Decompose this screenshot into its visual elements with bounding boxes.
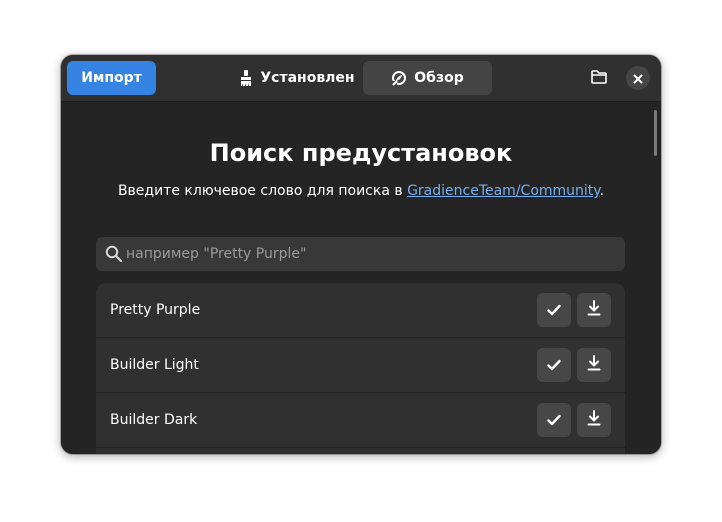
tab-installed[interactable]: Установлен [233,61,361,95]
close-button[interactable] [626,66,650,90]
download-icon [587,410,601,430]
search-input[interactable] [126,237,606,271]
tab-installed-label: Установлен [260,70,355,86]
page-subtitle: Введите ключевое слово для поиска в Grad… [61,183,661,199]
open-folder-button[interactable] [584,63,614,93]
app-window: Импорт Установлен Обзор Поиск предустано… [61,55,661,454]
subtitle-text: Введите ключевое слово для поиска в [117,183,408,199]
import-button[interactable]: Импорт [67,61,156,95]
apply-preset-button[interactable] [537,293,571,327]
preset-name: Builder Dark [110,412,198,428]
explore-icon [391,70,407,86]
import-button-label: Импорт [81,70,142,86]
header-bar: Импорт Установлен Обзор [61,55,661,102]
download-preset-button[interactable] [577,348,611,382]
checkmark-icon [547,411,561,430]
browse-page: Поиск предустановок Введите ключевое сло… [61,102,661,454]
download-icon [587,300,601,320]
preset-name: Pretty Purple [110,302,201,318]
download-preset-button[interactable] [577,293,611,327]
preset-list: Pretty Purple Builder Light Builder Dark [96,283,625,454]
close-icon [633,69,643,88]
apply-preset-button[interactable] [537,348,571,382]
page-title: Поиск предустановок [209,139,513,167]
checkmark-icon [547,301,561,320]
list-item[interactable]: Builder Light [96,338,625,393]
checkmark-icon [547,356,561,375]
list-item[interactable]: Pretty Purple [96,283,625,338]
tab-browse[interactable]: Обзор [363,61,492,95]
brush-icon [239,70,253,86]
search-icon [105,245,123,267]
subtitle-suffix: . [599,183,605,199]
list-item[interactable]: Builder Dark [96,393,625,448]
search-entry[interactable] [96,237,625,271]
apply-preset-button[interactable] [537,403,571,437]
folder-icon [591,69,607,88]
download-preset-button[interactable] [577,403,611,437]
list-item[interactable] [96,448,625,454]
preset-name: Builder Light [110,357,199,373]
download-icon [587,355,601,375]
tab-browse-label: Обзор [414,70,464,86]
community-link[interactable]: GradienceTeam/Community [407,183,600,199]
